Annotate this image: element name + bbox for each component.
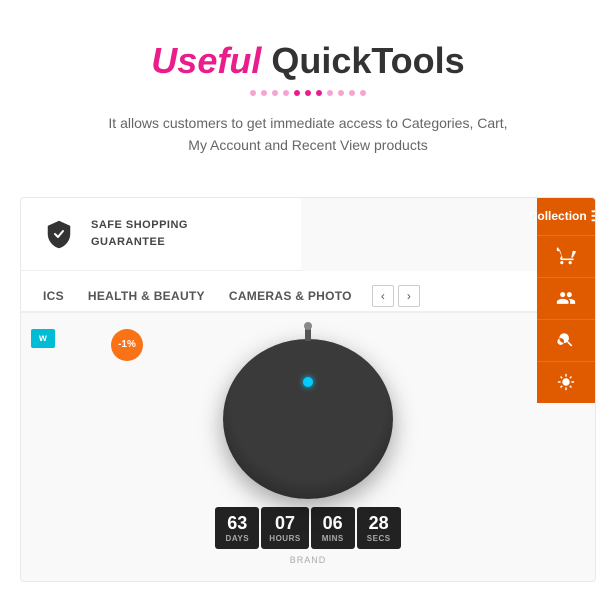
countdown-days: 63 DAYS bbox=[215, 507, 259, 550]
page-title: Useful QuickTools bbox=[20, 40, 596, 82]
dot-5 bbox=[294, 90, 300, 96]
settings-icon-button[interactable] bbox=[537, 361, 595, 403]
brand-tag: BRAND bbox=[290, 555, 327, 565]
dot-11 bbox=[360, 90, 366, 96]
nav-tabs-row: ICS HEALTH & BEAUTY CAMERAS & PHOTO ‹ › bbox=[21, 271, 595, 313]
collection-button[interactable]: Collection ☰ bbox=[537, 198, 595, 235]
countdown-mins: 06 MINS bbox=[311, 507, 355, 550]
countdown-bar: 63 DAYS 07 HOURS 06 MINS 28 SECS bbox=[215, 507, 400, 550]
title-quicktools: QuickTools bbox=[261, 40, 464, 81]
nav-arrows: ‹ › bbox=[372, 285, 420, 307]
nav-tab-ics[interactable]: ICS bbox=[31, 281, 76, 311]
countdown-hours: 07 HOURS bbox=[261, 507, 308, 550]
dot-2 bbox=[261, 90, 267, 96]
dot-3 bbox=[272, 90, 278, 96]
collection-label: Collection bbox=[529, 209, 587, 223]
shield-icon bbox=[41, 216, 77, 252]
cart-icon-button[interactable] bbox=[537, 235, 595, 277]
dot-8 bbox=[327, 90, 333, 96]
dots-divider bbox=[20, 90, 596, 96]
header-subtitle: It allows customers to get immediate acc… bbox=[108, 112, 508, 157]
sun-icon bbox=[557, 373, 575, 391]
guarantee-banner: SAFE SHOPPING GUARANTEE bbox=[21, 198, 301, 271]
product-area: w -1% 63 DAYS 07 HOURS 06 MINS bbox=[21, 313, 595, 582]
filter-icon: ☰ bbox=[591, 208, 596, 225]
dot-1 bbox=[250, 90, 256, 96]
dot-9 bbox=[338, 90, 344, 96]
account-icon-button[interactable] bbox=[537, 277, 595, 319]
nav-tab-health[interactable]: HEALTH & BEAUTY bbox=[76, 281, 217, 311]
guarantee-text: SAFE SHOPPING GUARANTEE bbox=[91, 217, 188, 250]
dot-7 bbox=[316, 90, 322, 96]
header-section: Useful QuickTools It allows customers to… bbox=[0, 0, 616, 177]
robot-antenna bbox=[305, 327, 311, 341]
nav-prev-arrow[interactable]: ‹ bbox=[372, 285, 394, 307]
title-useful: Useful bbox=[151, 40, 261, 81]
robot-body bbox=[223, 339, 393, 499]
discount-badge: -1% bbox=[111, 329, 143, 361]
demo-container: SAFE SHOPPING GUARANTEE ICS HEALTH & BEA… bbox=[20, 197, 596, 583]
search-icon bbox=[557, 331, 575, 349]
search-icon-button[interactable] bbox=[537, 319, 595, 361]
dot-4 bbox=[283, 90, 289, 96]
dot-6 bbox=[305, 90, 311, 96]
cart-icon bbox=[556, 246, 576, 266]
nav-tab-cameras[interactable]: CAMERAS & PHOTO bbox=[217, 281, 364, 311]
product-image: 63 DAYS 07 HOURS 06 MINS 28 SECS BRAND bbox=[208, 339, 408, 566]
robot-eye bbox=[303, 377, 313, 387]
countdown-secs: 28 SECS bbox=[357, 507, 401, 550]
dot-10 bbox=[349, 90, 355, 96]
account-icon bbox=[556, 288, 576, 308]
new-badge: w bbox=[31, 329, 55, 348]
quick-tools-sidebar: Collection ☰ bbox=[537, 198, 595, 403]
nav-next-arrow[interactable]: › bbox=[398, 285, 420, 307]
